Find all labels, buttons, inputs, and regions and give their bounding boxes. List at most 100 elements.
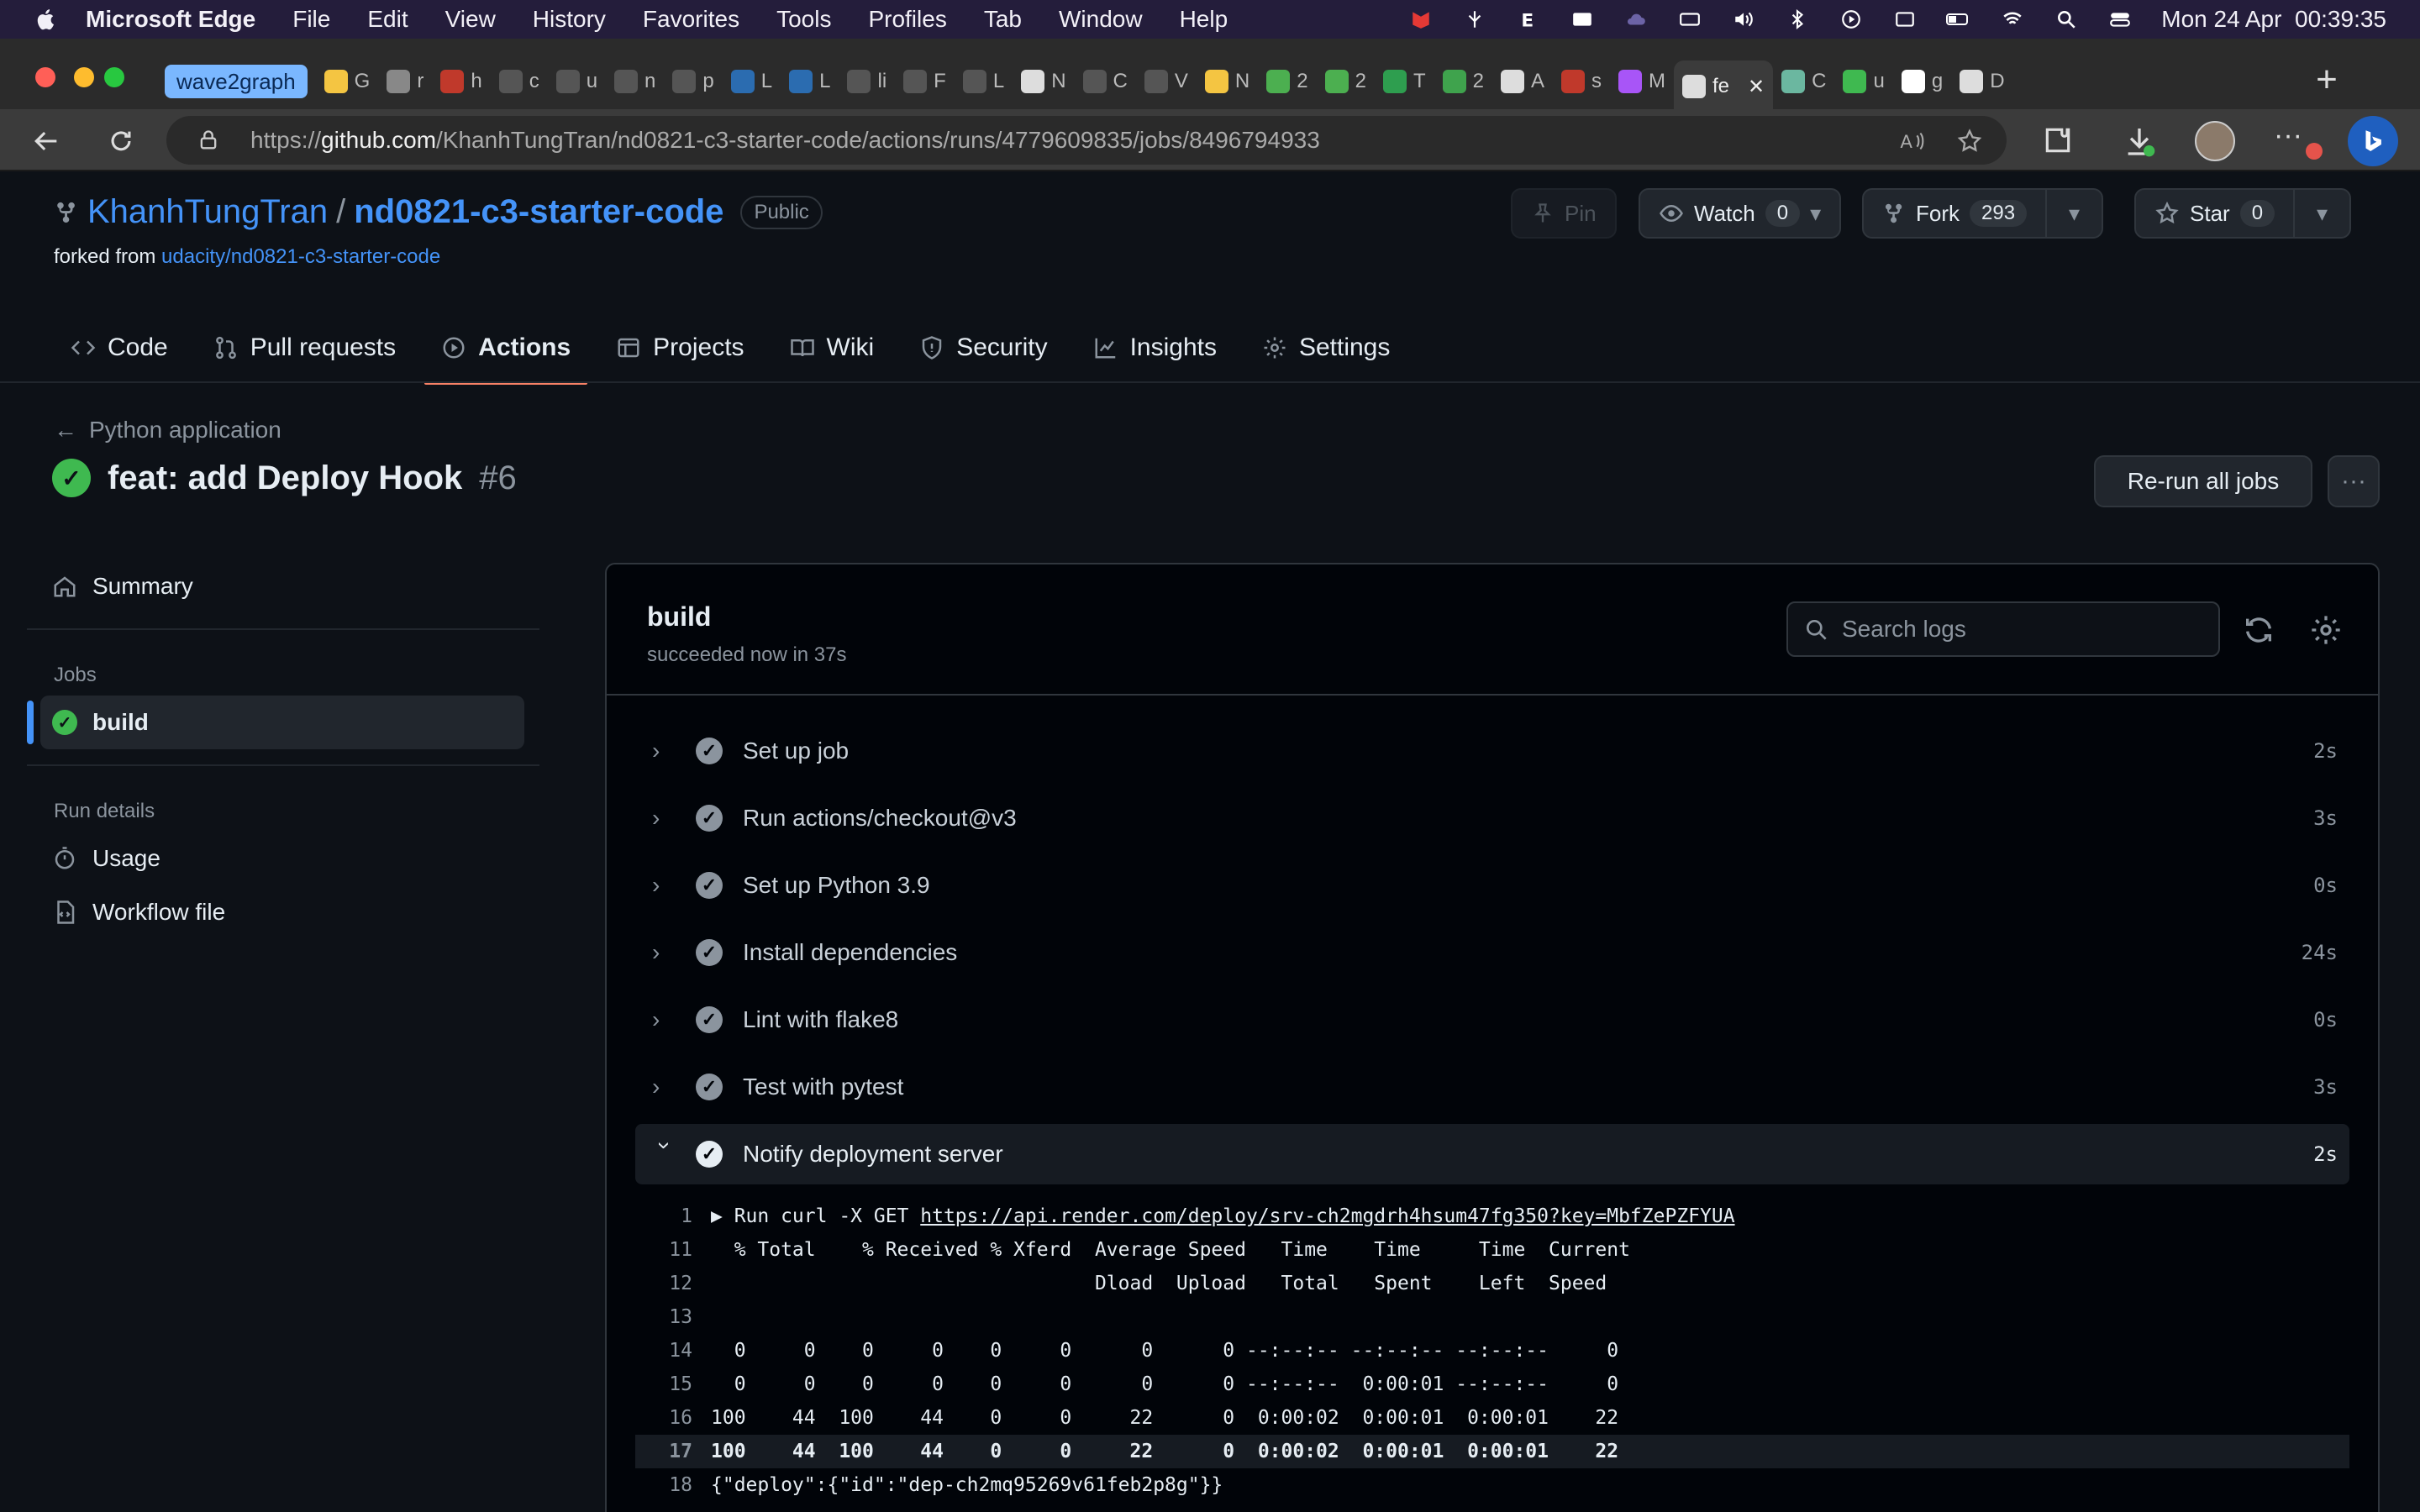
browser-tab[interactable]: u xyxy=(548,60,606,102)
menu-file[interactable]: File xyxy=(292,6,330,33)
step-setup-python[interactable]: › ✓ Set up Python 3.9 0s xyxy=(635,855,2349,916)
sidebar-item-workflow-file[interactable]: Workflow file xyxy=(27,885,539,939)
rerun-all-jobs-button[interactable]: Re-run all jobs xyxy=(2094,455,2312,507)
menubar-clock[interactable]: Mon 24 Apr 00:39:35 xyxy=(2161,6,2386,33)
menu-window[interactable]: Window xyxy=(1059,6,1143,33)
browser-tab[interactable]: G xyxy=(316,60,379,102)
browser-tab[interactable]: T xyxy=(1375,60,1434,102)
step-lint[interactable]: › ✓ Lint with flake8 0s xyxy=(635,990,2349,1050)
browser-tab[interactable]: r xyxy=(378,60,432,102)
line-number[interactable]: 11 xyxy=(635,1239,711,1261)
url-field[interactable]: https://github.com/KhanhTungTran/nd0821-… xyxy=(166,116,2007,165)
forked-from-link[interactable]: udacity/nd0821-c3-starter-code xyxy=(161,245,440,268)
app-name[interactable]: Microsoft Edge xyxy=(86,6,255,33)
tab-code[interactable]: Code xyxy=(54,314,185,381)
line-number[interactable]: 14 xyxy=(635,1340,711,1362)
control-center-icon[interactable] xyxy=(2107,8,2133,30)
extensions-icon[interactable] xyxy=(2042,124,2074,156)
profile-avatar[interactable] xyxy=(2195,121,2235,161)
browser-tab[interactable]: C xyxy=(1075,60,1136,102)
browser-tab[interactable]: N xyxy=(1197,60,1258,102)
line-number[interactable]: 16 xyxy=(635,1407,711,1429)
mcafee-icon[interactable] xyxy=(1408,8,1434,30)
fork-status-icon[interactable] xyxy=(1462,8,1487,30)
tab-pull-requests[interactable]: Pull requests xyxy=(197,314,413,381)
window-zoom-button[interactable] xyxy=(104,67,124,87)
watch-button[interactable]: Watch 0 ▾ xyxy=(1639,188,1842,239)
browser-tab[interactable]: p xyxy=(664,60,722,102)
line-number[interactable]: 15 xyxy=(635,1373,711,1395)
menu-help[interactable]: Help xyxy=(1180,6,1228,33)
search-logs-input[interactable]: Search logs xyxy=(1786,601,2220,657)
window-close-button[interactable] xyxy=(35,67,55,87)
menu-favorites[interactable]: Favorites xyxy=(643,6,739,33)
browser-tab[interactable]: 2 xyxy=(1258,60,1316,102)
browser-tab[interactable]: N xyxy=(1013,60,1074,102)
tab-insights[interactable]: Insights xyxy=(1076,314,1234,381)
step-pytest[interactable]: › ✓ Test with pytest 3s xyxy=(635,1057,2349,1117)
browser-tab[interactable]: F xyxy=(895,60,955,102)
menu-tools[interactable]: Tools xyxy=(776,6,831,33)
fork-dropdown[interactable]: ▾ xyxy=(2047,190,2102,237)
pin-button[interactable]: Pin xyxy=(1511,188,1617,239)
browser-tab[interactable]: 2 xyxy=(1434,60,1492,102)
menu-tab[interactable]: Tab xyxy=(984,6,1022,33)
browser-tab[interactable]: M xyxy=(1610,60,1674,102)
read-aloud-icon[interactable]: A xyxy=(1899,128,1926,155)
reload-button[interactable] xyxy=(104,124,138,158)
browser-tab[interactable]: L xyxy=(723,60,781,102)
line-number[interactable]: 17 xyxy=(635,1441,711,1462)
tab-projects[interactable]: Projects xyxy=(599,314,760,381)
volume-icon[interactable] xyxy=(1731,8,1756,30)
kebab-menu-icon[interactable]: ··· xyxy=(2328,455,2380,507)
bing-button[interactable] xyxy=(2348,116,2398,166)
back-button[interactable] xyxy=(30,124,64,158)
memory-icon[interactable] xyxy=(1677,8,1702,30)
browser-tab[interactable]: li xyxy=(839,60,895,102)
repo-owner-link[interactable]: KhanhTungTran xyxy=(87,193,328,231)
menu-history[interactable]: History xyxy=(533,6,606,33)
deploy-url-link[interactable]: https://api.render.com/deploy/srv-ch2mgd… xyxy=(920,1205,1734,1227)
browser-tab[interactable]: h xyxy=(432,60,490,102)
window-minimize-button[interactable] xyxy=(74,67,94,87)
browser-tab[interactable]: fe ✕ xyxy=(1674,60,1774,113)
browser-tab[interactable]: L xyxy=(781,60,839,102)
browser-tab[interactable]: D xyxy=(1951,60,2012,102)
browser-tab[interactable]: s xyxy=(1553,60,1610,102)
wifi-icon[interactable] xyxy=(2000,8,2025,30)
browser-tab[interactable]: n xyxy=(606,60,664,102)
tab-security[interactable]: Security xyxy=(902,314,1064,381)
browser-tab[interactable]: V xyxy=(1136,60,1197,102)
cloud-icon[interactable] xyxy=(1623,8,1649,30)
browser-tab[interactable]: c xyxy=(491,60,548,102)
bluetooth-icon[interactable] xyxy=(1785,8,1810,30)
browser-tab[interactable]: g xyxy=(1893,60,1951,102)
tab-settings[interactable]: Settings xyxy=(1245,314,1407,381)
line-number[interactable]: 1 xyxy=(635,1205,711,1227)
browser-tab[interactable]: L xyxy=(955,60,1013,102)
battery-icon[interactable] xyxy=(1946,8,1971,30)
browser-tab[interactable]: u xyxy=(1834,60,1892,102)
step-checkout[interactable]: › ✓ Run actions/checkout@v3 3s xyxy=(635,788,2349,848)
screen-icon[interactable] xyxy=(1892,8,1918,30)
tab-group-label[interactable]: wave2graph xyxy=(165,65,308,98)
new-tab-button[interactable]: + xyxy=(2306,59,2348,101)
keyboard-icon[interactable] xyxy=(1570,8,1595,30)
fork-button[interactable]: Fork 293 ▾ xyxy=(1862,188,2104,239)
downloads-icon[interactable] xyxy=(2123,124,2156,158)
log-line[interactable]: 1 ▶ Run curl -X GET https://api.render.c… xyxy=(635,1200,2349,1233)
close-tab-icon[interactable]: ✕ xyxy=(1748,75,1765,99)
play-status-icon[interactable] xyxy=(1839,8,1864,30)
browser-tab[interactable]: 2 xyxy=(1317,60,1375,102)
repo-name-link[interactable]: nd0821-c3-starter-code xyxy=(354,193,723,231)
e-icon[interactable]: E xyxy=(1516,8,1541,30)
sidebar-item-build[interactable]: ✓ build xyxy=(27,696,524,749)
gear-icon[interactable] xyxy=(2309,613,2343,647)
menu-edit[interactable]: Edit xyxy=(367,6,408,33)
step-notify-deployment[interactable]: › ✓ Notify deployment server 2s xyxy=(635,1124,2349,1184)
star-button[interactable]: Star 0 ▾ xyxy=(2134,188,2352,239)
browser-tab[interactable]: C xyxy=(1773,60,1834,102)
favorite-star-icon[interactable] xyxy=(1956,128,1983,155)
sidebar-item-summary[interactable]: Summary xyxy=(27,559,539,613)
tab-actions[interactable]: Actions xyxy=(424,314,588,385)
